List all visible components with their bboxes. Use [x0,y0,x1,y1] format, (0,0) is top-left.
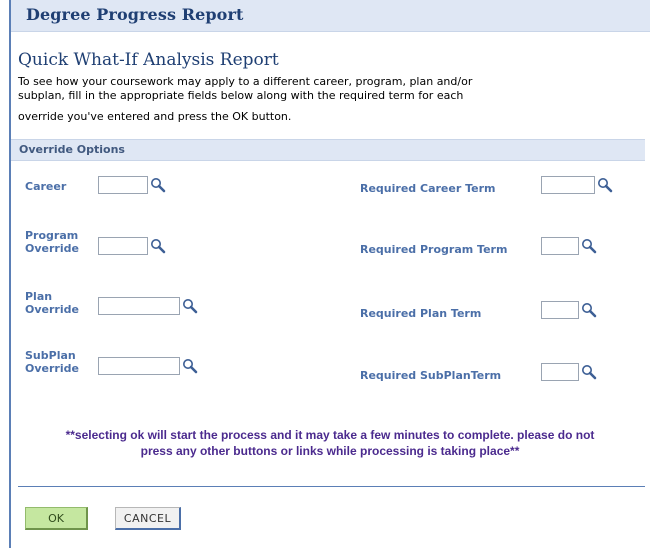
program-term-lookup-icon[interactable] [581,238,597,254]
program-lookup-icon[interactable] [150,238,166,254]
note-line-2: press any other buttons or links while p… [140,444,520,458]
program-label-line-2: Override [25,242,79,255]
note-line-1: **selecting ok will start the process an… [65,428,595,442]
instructions-line-1: To see how your coursework may apply to … [18,75,473,88]
required-subplan-term-label: Required SubPlanTerm [360,369,502,382]
program-label-line-1: Program [25,229,79,242]
plan-label-line-2: Override [25,303,79,316]
career-label: Career [25,180,67,193]
processing-warning-note: **selecting ok will start the process an… [20,427,640,459]
subplan-label-line-2: Override [25,362,79,375]
required-plan-term-label: Required Plan Term [360,307,482,320]
plan-label-line-1: Plan [25,290,53,303]
plan-override-input[interactable] [98,297,180,315]
required-career-term-input[interactable] [541,176,595,194]
required-subplan-term-input[interactable] [541,363,579,381]
required-program-term-input[interactable] [541,237,579,255]
subplan-override-input[interactable] [98,357,180,375]
subplan-override-label: SubPlan Override [25,349,79,375]
career-term-lookup-icon[interactable] [597,177,613,193]
career-lookup-icon[interactable] [150,177,166,193]
subplan-lookup-icon[interactable] [182,358,198,374]
subplan-term-lookup-icon[interactable] [581,364,597,380]
plan-term-lookup-icon[interactable] [581,302,597,318]
footer-divider [18,486,645,487]
instructions-text: To see how your coursework may apply to … [18,75,618,124]
plan-override-label: Plan Override [25,290,79,316]
instructions-line-3: override you've entered and press the OK… [18,110,292,123]
page-title: Quick What-If Analysis Report [18,50,279,70]
instructions-line-2: subplan, fill in the appropriate fields … [18,89,464,102]
required-career-term-label: Required Career Term [360,182,496,195]
required-program-term-label: Required Program Term [360,243,508,256]
cancel-button[interactable]: CANCEL [115,507,181,530]
section-title: Override Options [19,143,125,156]
subplan-label-line-1: SubPlan [25,349,76,362]
header-bar: Degree Progress Report [11,0,650,32]
override-options-section-header: Override Options [11,139,645,161]
plan-lookup-icon[interactable] [182,298,198,314]
page-header: Degree Progress Report [26,5,244,24]
program-override-label: Program Override [25,229,79,255]
career-input[interactable] [98,176,148,194]
program-override-input[interactable] [98,237,148,255]
ok-button[interactable]: OK [25,507,88,530]
required-plan-term-input[interactable] [541,301,579,319]
